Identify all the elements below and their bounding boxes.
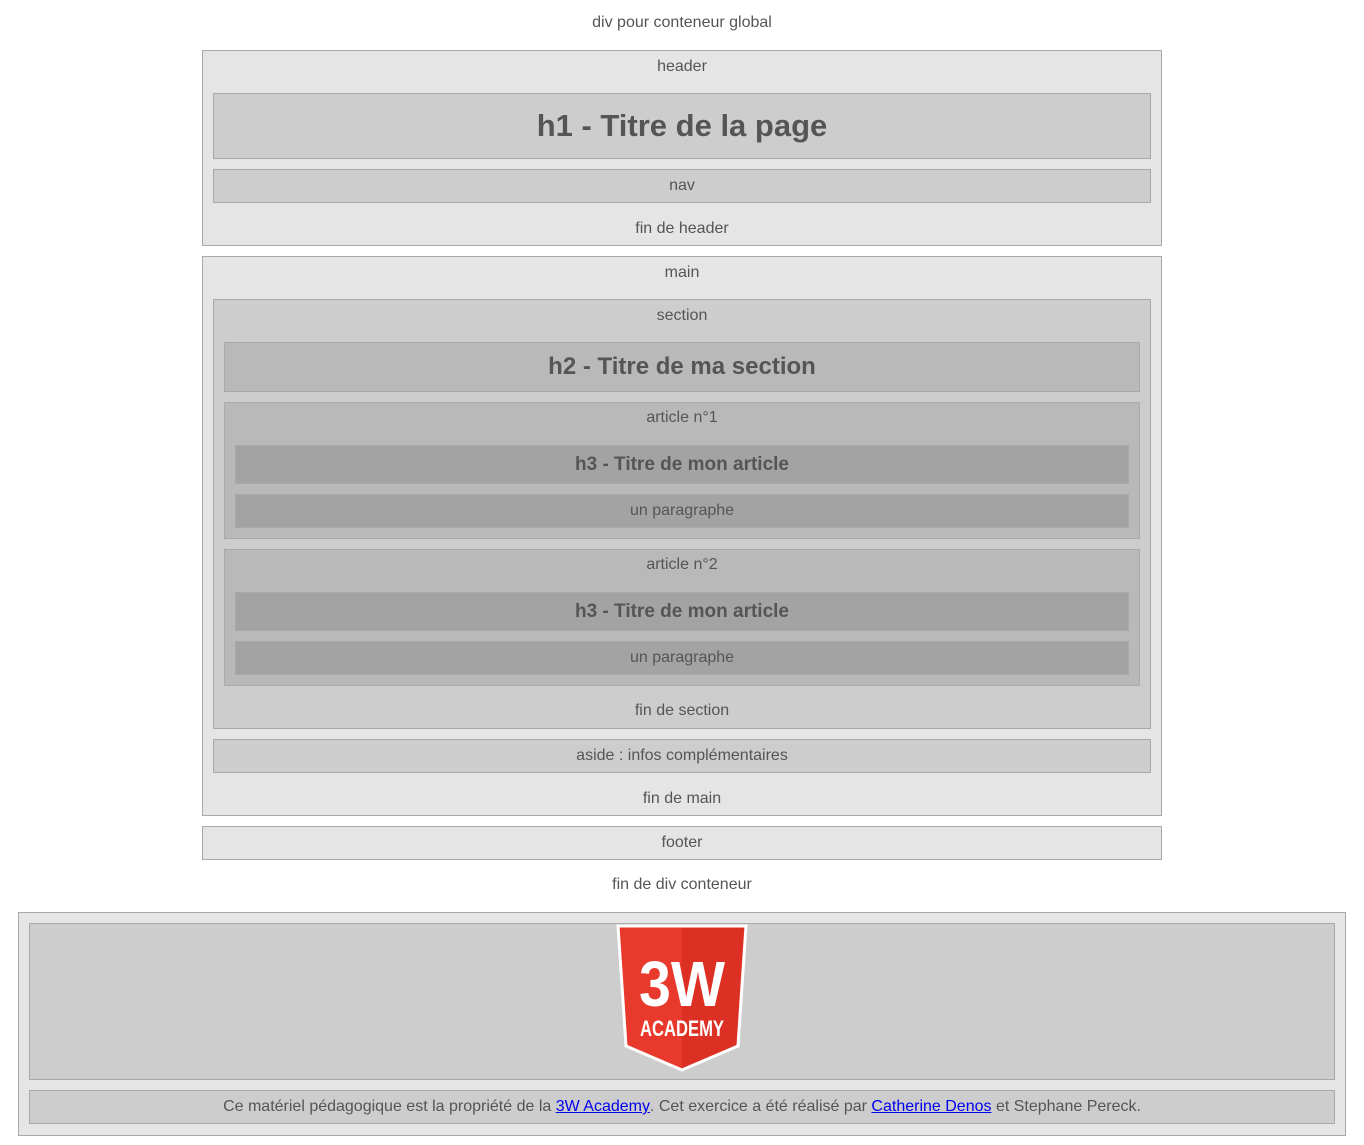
article-block-2: article n°2 h3 - Titre de mon article un…	[224, 549, 1140, 686]
logo-small-text: ACADEMY	[640, 1016, 724, 1041]
header-block: header h1 - Titre de la page nav fin de …	[202, 50, 1162, 246]
credits-text-middle: . Cet exercice a été réalisé par	[649, 1098, 872, 1115]
article-paragraph: un paragraphe	[235, 494, 1129, 528]
main-block: main section h2 - Titre de ma section ar…	[202, 256, 1162, 816]
main-label: main	[664, 264, 700, 281]
section-title: h2 - Titre de ma section	[224, 342, 1140, 392]
3w-academy-logo: 3W ACADEMY	[616, 924, 748, 1072]
section-label: section	[656, 307, 708, 324]
credits-text-after: et Stephane Pereck.	[991, 1098, 1141, 1115]
article-title: h3 - Titre de mon article	[235, 445, 1129, 484]
header-end-label: fin de header	[635, 220, 729, 237]
credits-text: Ce matériel pédagogique est la propriété…	[29, 1090, 1335, 1124]
container-start-label: div pour conteneur global	[592, 14, 772, 31]
article-label: article n°1	[646, 409, 718, 426]
credits-text-before: Ce matériel pédagogique est la propriété…	[223, 1098, 556, 1115]
article-label: article n°2	[646, 556, 718, 573]
article-paragraph: un paragraphe	[235, 641, 1129, 675]
catherine-denos-link[interactable]: Catherine Denos	[871, 1098, 991, 1116]
header-label: header	[657, 58, 707, 75]
section-block: section h2 - Titre de ma section article…	[213, 299, 1151, 729]
3w-academy-link[interactable]: 3W Academy	[556, 1098, 650, 1116]
page-title: h1 - Titre de la page	[213, 93, 1151, 159]
container-end-label: fin de div conteneur	[612, 876, 752, 893]
article-block-1: article n°1 h3 - Titre de mon article un…	[224, 402, 1140, 539]
main-end-label: fin de main	[642, 790, 722, 807]
logo-big-text: 3W	[639, 948, 726, 1020]
footer-block: footer	[202, 826, 1162, 860]
nav-block: nav	[213, 169, 1151, 203]
logo-panel: 3W ACADEMY	[29, 923, 1335, 1080]
section-end-label: fin de section	[634, 702, 730, 719]
credits-block: 3W ACADEMY Ce matériel pédagogique est l…	[18, 912, 1346, 1136]
aside-block: aside : infos complémentaires	[213, 739, 1151, 773]
article-title: h3 - Titre de mon article	[235, 592, 1129, 631]
